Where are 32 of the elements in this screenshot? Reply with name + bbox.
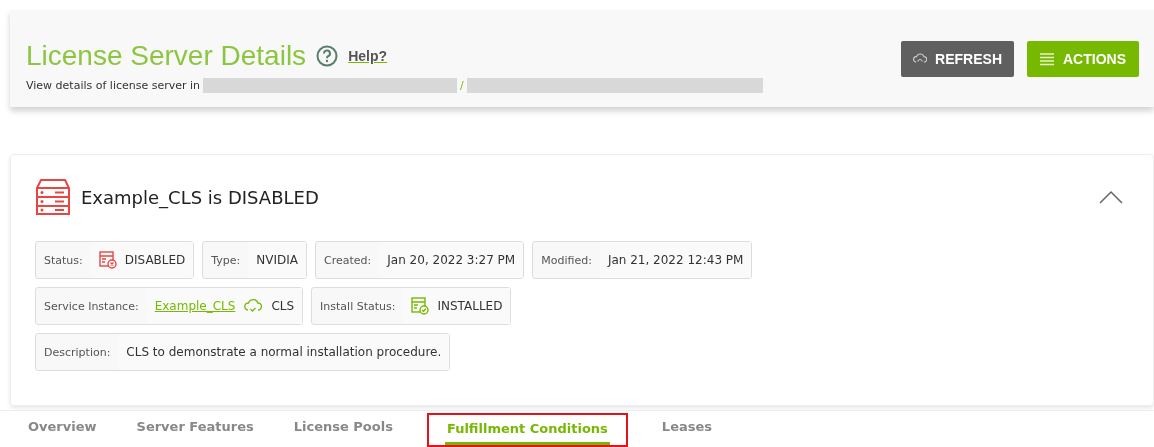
field-value: Jan 21, 2022 12:43 PM: [607, 253, 744, 267]
field-label: Install Status:: [319, 298, 397, 315]
field-label: Created:: [323, 252, 373, 269]
page-title: License Server Details: [26, 40, 307, 72]
help-link[interactable]: Help?: [348, 48, 387, 64]
cloud-icon: [243, 298, 264, 314]
server-icon: [35, 178, 71, 216]
field-value: CLS: [271, 299, 295, 313]
tab[interactable]: Server Features: [134, 415, 256, 440]
tab[interactable]: Leases: [659, 415, 714, 440]
tab[interactable]: Fulfillment Conditions: [444, 417, 610, 447]
service-instance-link[interactable]: Example_CLS: [154, 299, 236, 313]
tab[interactable]: Overview: [26, 415, 99, 440]
field-value: CLS to demonstrate a normal installation procedure.: [126, 345, 442, 359]
field-label: Service Instance:: [43, 298, 140, 315]
server-heading: Example_CLS is DISABLED: [81, 186, 319, 208]
path-separator: /: [460, 79, 464, 92]
field-label: Type:: [210, 252, 242, 269]
field-value: INSTALLED: [437, 299, 503, 313]
menu-icon: [1039, 52, 1055, 66]
field-value: NVIDIA: [256, 253, 299, 267]
tab[interactable]: License Pools: [291, 415, 395, 440]
help-icon[interactable]: [316, 45, 339, 67]
refresh-button[interactable]: REFRESH: [901, 41, 1014, 77]
field-value: DISABLED: [124, 253, 186, 267]
field-label: Status:: [43, 252, 84, 269]
actions-button[interactable]: ACTIONS: [1027, 41, 1139, 77]
subtitle: View details of license server in: [26, 79, 201, 92]
field-value: Jan 20, 2022 3:27 PM: [387, 253, 516, 267]
collapse-chevron-icon[interactable]: [1099, 190, 1123, 204]
field-label: Description:: [43, 344, 112, 361]
field-label: Modified:: [540, 252, 593, 269]
